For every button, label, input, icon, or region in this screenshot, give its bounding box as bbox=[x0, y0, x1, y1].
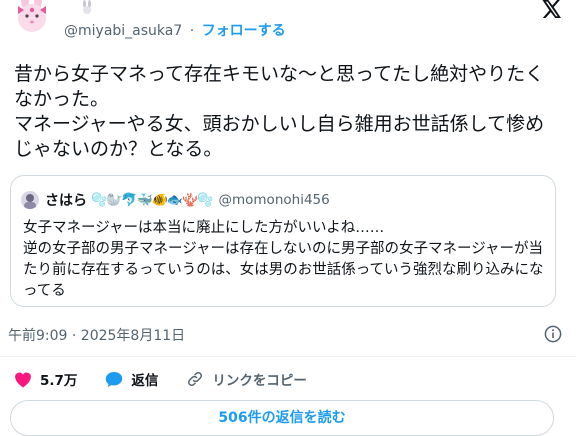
like-button[interactable]: 5.7万 bbox=[14, 369, 77, 389]
quoted-author-emojis: 🫧🦭🐬🐳🐠🐟🪸🫧 bbox=[91, 192, 213, 208]
like-count: 5.7万 bbox=[40, 373, 78, 389]
author-handle-row: @miyabi_asuka7 · フォローする bbox=[64, 20, 286, 40]
quoted-tweet-card[interactable]: さはら 🫧🦭🐬🐳🐠🐟🪸🫧 @momonohi456 女子マネージャーは本当に廃止… bbox=[10, 175, 556, 307]
separator-dot: · bbox=[189, 23, 195, 39]
tweet-timestamp[interactable]: 午前9:09 · 2025年8月11日 bbox=[8, 325, 185, 345]
author-handle[interactable]: @miyabi_asuka7 bbox=[64, 23, 182, 39]
read-replies-button[interactable]: 506件の返信を読む bbox=[10, 400, 554, 436]
copy-link-button[interactable]: リンクをコピー bbox=[186, 369, 307, 389]
divider bbox=[0, 356, 576, 357]
x-logo-icon[interactable] bbox=[542, 0, 562, 18]
bunny-emoji-icon bbox=[83, 0, 91, 14]
action-bar: 5.7万 返信 リンクをコピー bbox=[14, 368, 335, 390]
speech-bubble-icon bbox=[106, 371, 123, 387]
copy-link-label: リンクをコピー bbox=[212, 373, 307, 389]
quoted-author-avatar bbox=[21, 191, 39, 209]
reply-label: 返信 bbox=[131, 373, 159, 389]
quoted-author-name: さはら bbox=[45, 193, 87, 209]
link-icon bbox=[188, 371, 203, 387]
info-icon[interactable] bbox=[544, 325, 562, 343]
quoted-tweet-text: 女子マネージャーは本当に廃止にした方がいいよね…… 逆の女子部の男子マネージャー… bbox=[23, 220, 544, 299]
quoted-tweet-header: さはら 🫧🦭🐬🐳🐠🐟🪸🫧 @momonohi456 bbox=[21, 190, 330, 210]
user-avatar[interactable] bbox=[10, 0, 54, 40]
quoted-author-handle: @momonohi456 bbox=[218, 192, 330, 208]
reply-button[interactable]: 返信 bbox=[105, 369, 158, 389]
heart-icon bbox=[15, 372, 31, 387]
tweet-text: 昔から女子マネって存在キモいな～と思ってたし絶対やりたくなかった。 マネージャー… bbox=[14, 63, 545, 160]
follow-button[interactable]: フォローする bbox=[202, 23, 286, 39]
